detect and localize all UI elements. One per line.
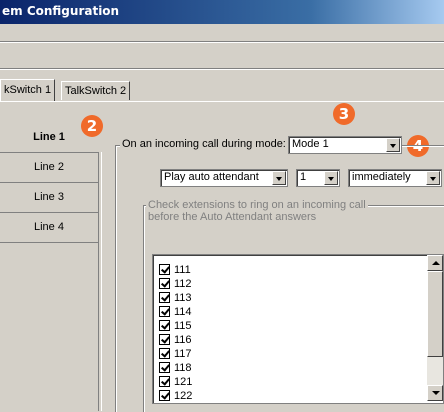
checkbox-checked-icon[interactable] bbox=[159, 348, 170, 359]
extensions-label-line-2: before the Auto Attendant answers bbox=[148, 211, 317, 223]
timing-select[interactable]: immediately bbox=[348, 169, 442, 187]
extension-label: 115 bbox=[174, 320, 192, 332]
ring-count-value: 1 bbox=[300, 171, 307, 183]
checkbox-checked-icon[interactable] bbox=[159, 334, 170, 345]
tab-label: kSwitch 1 bbox=[4, 84, 52, 96]
extension-label: 122 bbox=[174, 390, 193, 402]
action-select-value: Play auto attendant bbox=[164, 171, 259, 183]
divider bbox=[0, 41, 444, 43]
incoming-call-label: On an incoming call during mode: bbox=[120, 138, 288, 150]
tab-label: TalkSwitch 2 bbox=[65, 85, 127, 97]
line-label: Line 2 bbox=[34, 161, 64, 173]
line-label: Line 4 bbox=[34, 221, 64, 233]
title-bar: em Configuration bbox=[0, 0, 444, 24]
checkbox-checked-icon[interactable] bbox=[159, 376, 170, 387]
menu-bar bbox=[0, 24, 444, 41]
checkbox-checked-icon[interactable] bbox=[159, 292, 170, 303]
scroll-down-icon[interactable] bbox=[427, 385, 443, 401]
vertical-divider bbox=[98, 152, 102, 411]
tab-talkswitch-2[interactable]: TalkSwitch 2 bbox=[61, 81, 131, 100]
checkbox-checked-icon[interactable] bbox=[159, 306, 170, 317]
chevron-down-icon[interactable] bbox=[272, 171, 286, 185]
vertical-scrollbar[interactable] bbox=[427, 255, 443, 401]
window-title: em Configuration bbox=[2, 4, 120, 18]
scroll-up-icon[interactable] bbox=[427, 255, 443, 271]
mode-select-value: Mode 1 bbox=[292, 138, 329, 150]
chevron-down-icon[interactable] bbox=[324, 171, 338, 185]
timing-select-value: immediately bbox=[352, 171, 411, 183]
line-label: Line 3 bbox=[34, 191, 64, 203]
extensions-listbox[interactable]: 111 112 113 114 115 116 117 118 121 122 bbox=[152, 254, 444, 404]
callout-badge-3: 3 bbox=[333, 103, 355, 125]
extension-label: 117 bbox=[174, 348, 192, 360]
ring-count-select[interactable]: 1 bbox=[296, 169, 340, 187]
extensions-label-line-1: Check extensions to ring on an incoming … bbox=[148, 199, 366, 211]
chevron-down-icon[interactable] bbox=[386, 138, 400, 152]
extension-label: 118 bbox=[174, 362, 192, 374]
checkbox-checked-icon[interactable] bbox=[159, 362, 170, 373]
extension-label: 116 bbox=[174, 334, 192, 346]
line-item-3[interactable]: Line 3 bbox=[0, 182, 98, 213]
divider bbox=[0, 68, 444, 70]
tab-talkswitch-1[interactable]: kSwitch 1 bbox=[0, 79, 56, 101]
line-item-4[interactable]: Line 4 bbox=[0, 212, 98, 243]
line-item-2[interactable]: Line 2 bbox=[0, 152, 98, 183]
extension-label: 114 bbox=[174, 306, 192, 318]
extension-label: 112 bbox=[174, 278, 192, 290]
extensions-group-label: Check extensions to ring on an incoming … bbox=[146, 199, 368, 223]
chevron-down-icon[interactable] bbox=[426, 171, 440, 185]
line-list: Line 1 Line 2 Line 3 Line 4 bbox=[0, 122, 98, 243]
callout-badge-2: 2 bbox=[81, 115, 103, 137]
checkbox-checked-icon[interactable] bbox=[159, 264, 170, 275]
extension-label: 121 bbox=[174, 376, 193, 388]
scroll-thumb[interactable] bbox=[427, 271, 443, 357]
checkbox-checked-icon[interactable] bbox=[159, 320, 170, 331]
extension-label: 113 bbox=[174, 292, 192, 304]
mode-select[interactable]: Mode 1 bbox=[288, 136, 402, 154]
line-label: Line 1 bbox=[33, 131, 65, 143]
checkbox-checked-icon[interactable] bbox=[159, 278, 170, 289]
checkbox-checked-icon[interactable] bbox=[159, 390, 170, 401]
action-select[interactable]: Play auto attendant bbox=[160, 169, 288, 187]
extension-label: 111 bbox=[174, 264, 191, 276]
